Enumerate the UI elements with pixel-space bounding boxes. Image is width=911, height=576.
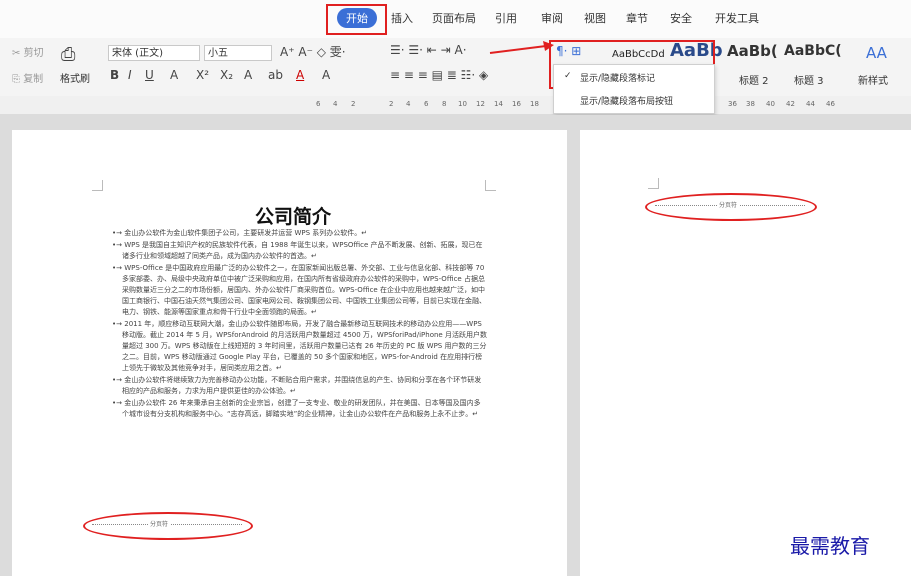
- margin-corner: [648, 178, 659, 189]
- ruler-num: 6: [424, 100, 429, 108]
- ruler-num: 6: [316, 100, 321, 108]
- margin-corner: [485, 180, 496, 191]
- paragraph[interactable]: 金山办公软件 26 年来秉承自主创新的企业宗旨，创建了一支专业、敬业的研发团队，…: [112, 398, 487, 420]
- cut-button[interactable]: ✂ 剪切: [12, 44, 44, 59]
- toggle-paragraph-marks-item[interactable]: 显示/隐藏段落标记: [580, 71, 655, 84]
- highlight-box-home-tab: [326, 4, 387, 35]
- paragraph[interactable]: 2011 年，顺应移动互联网大潮，金山办公软件随即布局，开发了融合最新移动互联网…: [112, 319, 487, 374]
- ruler-num: 12: [476, 100, 485, 108]
- copy-label: 复制: [23, 74, 44, 85]
- ruler-num: 2: [351, 100, 356, 108]
- tab-security[interactable]: 安全: [670, 10, 692, 26]
- ribbon: ✂ 剪切 ⎘ 复制 ⎙ 格式刷 宋体 (正文) 小五 A⁺ A⁻ ◇ 雯· B …: [0, 38, 911, 96]
- bullet-list-icon[interactable]: ☰· ☰· ⇤ ⇥ A·: [390, 43, 467, 57]
- italic-button[interactable]: I: [128, 68, 132, 82]
- paragraph[interactable]: WPS-Office 是中国政府应用最广泛的办公软件之一，在国家新闻出版总署、外…: [112, 263, 487, 318]
- paragraph[interactable]: WPS 是我国自主知识产权的民族软件代表，自 1988 年诞生以来，WPSOff…: [112, 240, 487, 262]
- highlight-button[interactable]: ab: [268, 68, 283, 82]
- align-buttons-icon[interactable]: ≡ ≡ ≡ ▤ ≣ ☷· ◈: [390, 68, 488, 82]
- paragraph[interactable]: 金山办公软件为金山软件集团子公司，主要研发并运营 WPS 系列办公软件。↵: [112, 228, 487, 239]
- ruler-num: 40: [766, 100, 775, 108]
- bold-button[interactable]: B: [110, 68, 119, 82]
- superscript-button[interactable]: X²: [196, 68, 209, 82]
- tab-view[interactable]: 视图: [584, 10, 606, 26]
- cut-label: 剪切: [23, 48, 44, 59]
- ruler-num: 4: [333, 100, 338, 108]
- check-icon: ✓: [564, 71, 572, 81]
- ruler-num: 44: [806, 100, 815, 108]
- ruler-num: 38: [746, 100, 755, 108]
- underline-button[interactable]: U: [145, 68, 154, 82]
- ruler: 6 4 2 2 4 6 8 10 12 14 16 18 36 38 40 42…: [0, 96, 911, 115]
- tab-references[interactable]: 引用: [495, 10, 517, 26]
- text-effect-button[interactable]: A: [244, 68, 252, 82]
- paragraph-marks-dropdown: ✓ 显示/隐藏段落标记 显示/隐藏段落布局按钮: [553, 64, 715, 114]
- ruler-num: 14: [494, 100, 503, 108]
- font-color-button[interactable]: A: [296, 68, 304, 82]
- tab-developer[interactable]: 开发工具: [715, 10, 759, 26]
- char-shading-button[interactable]: A: [322, 68, 330, 82]
- paragraph[interactable]: 金山办公软件将继续致力为完善移动办公功能，不断贴合用户需求，并围绕信息的产生、协…: [112, 375, 487, 397]
- tab-review[interactable]: 审阅: [541, 10, 563, 26]
- style-label-heading3: 标题 3: [794, 76, 824, 87]
- ruler-num: 8: [442, 100, 447, 108]
- style-label-heading2: 标题 2: [739, 76, 769, 87]
- paste-icon[interactable]: ⎙: [61, 44, 75, 65]
- ruler-num: 18: [530, 100, 539, 108]
- grow-font-icon[interactable]: A⁺ A⁻ ◇ 雯·: [280, 43, 346, 60]
- document-title[interactable]: 公司简介: [255, 202, 331, 229]
- watermark-text: 最需教育: [790, 534, 870, 558]
- ruler-num: 2: [389, 100, 394, 108]
- font-name-select[interactable]: 宋体 (正文): [108, 45, 200, 61]
- red-arrow-icon: [489, 41, 554, 54]
- copy-button[interactable]: ⎘ 复制: [12, 70, 43, 85]
- menu-bar: 开始 插入 页面布局 引用 审阅 视图 章节 安全 开发工具: [0, 0, 911, 38]
- margin-corner: [92, 180, 103, 191]
- style-heading3[interactable]: AaBbC(: [784, 43, 842, 69]
- style-heading2[interactable]: AaBb(: [727, 42, 778, 68]
- document-body[interactable]: 金山办公软件为金山软件集团子公司，主要研发并运营 WPS 系列办公软件。↵ WP…: [112, 228, 487, 421]
- font-color-dash-button[interactable]: A: [170, 68, 178, 82]
- format-painter-button[interactable]: 格式刷: [60, 70, 90, 85]
- highlight-ellipse-page-break-right: [645, 193, 817, 221]
- new-style-icon[interactable]: AA: [866, 44, 887, 62]
- ruler-num: 36: [728, 100, 737, 108]
- ruler-num: 4: [406, 100, 411, 108]
- subscript-button[interactable]: X₂: [220, 68, 233, 82]
- ruler-num: 46: [826, 100, 835, 108]
- ruler-num: 16: [512, 100, 521, 108]
- tab-section[interactable]: 章节: [626, 10, 648, 26]
- tab-insert[interactable]: 插入: [391, 10, 413, 26]
- new-style-button[interactable]: 新样式: [858, 72, 888, 87]
- ruler-num: 10: [458, 100, 467, 108]
- tab-page-layout[interactable]: 页面布局: [432, 10, 476, 26]
- highlight-ellipse-page-break: [83, 512, 253, 540]
- font-size-select[interactable]: 小五: [204, 45, 272, 61]
- ruler-num: 42: [786, 100, 795, 108]
- toggle-layout-buttons-item[interactable]: 显示/隐藏段落布局按钮: [580, 94, 673, 107]
